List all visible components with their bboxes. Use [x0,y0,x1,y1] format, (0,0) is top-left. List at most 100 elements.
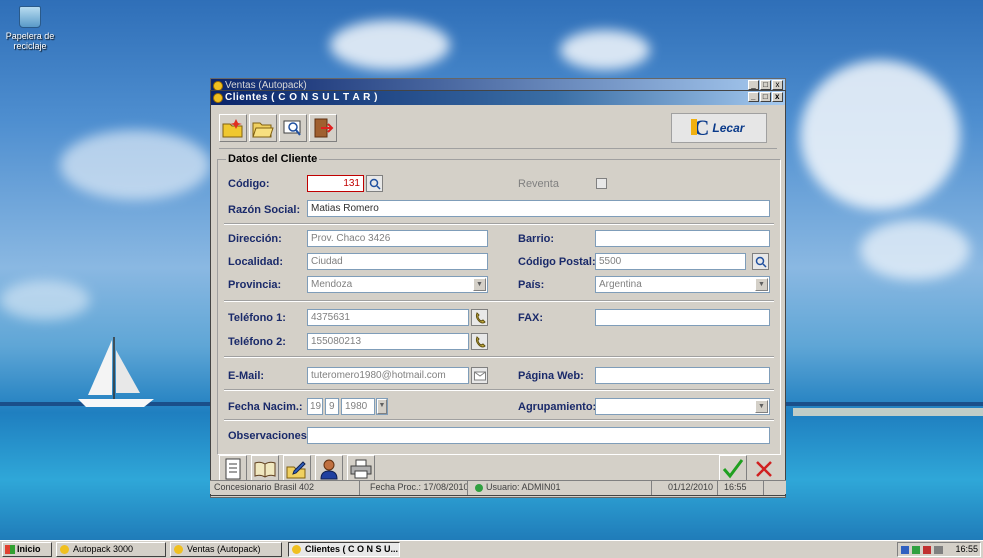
print-button[interactable] [347,455,375,483]
chevron-down-icon[interactable]: ▼ [755,278,768,291]
maximize-button[interactable]: □ [760,92,771,102]
fax-field[interactable] [595,309,770,326]
status-fecha-proc: Fecha Proc.: 17/08/2010 [366,481,468,495]
maximize-button[interactable]: □ [760,80,771,90]
book-icon [254,461,276,478]
provincia-label: Provincia: [228,279,282,291]
divider [224,419,774,421]
status-usuario: Usuario: ADMIN01 [472,481,652,495]
system-tray: 16:55 [897,542,981,557]
minimize-button[interactable]: _ [748,80,759,90]
pagina-web-label: Página Web: [518,370,584,382]
edit-pencil-icon [286,461,306,479]
provincia-value: Mendoza [311,279,353,290]
agrupamiento-label: Agrupamiento: [518,401,597,413]
recycle-bin-label: Papelera de reciclaje [5,31,55,51]
telefono2-dial-button[interactable] [471,333,488,350]
codigo-field[interactable]: 131 [307,175,364,192]
exit-button[interactable] [309,114,337,142]
exit-door-icon [314,118,334,138]
codigo-postal-label: Código Postal: [518,256,596,268]
checkmark-icon [722,459,744,479]
cancel-button[interactable] [751,455,777,483]
search-icon [755,256,767,268]
codigo-label: Código: [228,178,270,190]
divider [224,223,774,225]
group-title: Datos del Cliente [226,153,320,165]
client-data-group: Datos del Cliente Código: 131 Reventa Ra… [217,153,781,455]
close-button[interactable]: x [772,92,783,102]
task-clientes[interactable]: Clientes ( C O N S U... [288,542,400,557]
user-icon [475,484,483,492]
pais-select[interactable]: Argentina ▼ [595,276,770,293]
close-button[interactable]: x [772,80,783,90]
divider [224,389,774,391]
logo-mark: C [690,115,710,140]
email-send-button[interactable] [471,367,488,384]
fax-label: FAX: [518,312,544,324]
search-icon [369,178,381,190]
divider [224,300,774,302]
open-folder-icon [252,122,274,138]
barrio-field[interactable] [595,230,770,247]
fecha-year-field[interactable]: 1980 [341,398,375,415]
chevron-down-icon[interactable]: ▼ [473,278,486,291]
status-company: Concesionario Brasil 402 [210,481,360,495]
status-date: 01/12/2010 [664,481,718,495]
status-time: 16:55 [720,481,764,495]
telefono2-field[interactable]: 155080213 [307,333,469,350]
clientes-titlebar[interactable]: Clientes ( C O N S U L T A R ) _ □ x [211,91,785,105]
chevron-down-icon[interactable]: ▼ [755,400,768,413]
minimize-button[interactable]: _ [748,92,759,102]
provincia-select[interactable]: Mendoza ▼ [307,276,488,293]
observaciones-label: Observaciones: [228,430,311,442]
recycle-bin-icon [19,6,41,28]
status-usuario-text: Usuario: ADMIN01 [486,482,561,492]
pagina-web-field[interactable] [595,367,770,384]
reventa-checkbox[interactable] [596,178,607,189]
clientes-window[interactable]: Clientes ( C O N S U L T A R ) _ □ x C L… [210,90,786,496]
tray-icons[interactable] [901,546,943,554]
recycle-bin-desktop-icon[interactable]: Papelera de reciclaje [4,6,56,51]
new-folder-icon [222,119,243,138]
accept-button[interactable] [719,455,747,483]
reventa-label: Reventa [518,178,559,190]
direccion-field[interactable]: Prov. Chaco 3426 [307,230,488,247]
telefono1-dial-button[interactable] [471,309,488,326]
codigo-postal-field[interactable]: 5500 [595,253,746,270]
search-icon [283,120,301,136]
logo-text: Lecar [712,121,745,135]
fecha-month-field[interactable]: 9 [325,398,339,415]
observaciones-field[interactable] [307,427,770,444]
open-folder-button[interactable] [249,114,277,142]
localidad-field[interactable]: Ciudad [307,253,488,270]
fecha-day-field[interactable]: 19 [307,398,323,415]
phone-icon [475,335,486,347]
new-folder-button[interactable] [219,114,247,142]
task-ventas[interactable]: Ventas (Autopack) [170,542,282,557]
start-button[interactable]: Inicio [2,542,52,557]
fecha-nacim-label: Fecha Nacim.: [228,401,303,413]
phone-icon [475,311,486,323]
document-icon [225,458,241,480]
razon-social-field[interactable]: Matias Romero [307,200,770,217]
divider [224,356,774,358]
document-button[interactable] [219,455,247,483]
pais-value: Argentina [599,279,642,290]
taskbar: Inicio Autopack 3000 Ventas (Autopack) C… [0,540,983,558]
chevron-down-icon[interactable]: ▼ [377,399,387,414]
search-button[interactable] [279,114,307,142]
agrupamiento-select[interactable]: ▼ [595,398,770,415]
app-icon [213,93,223,103]
start-label: Inicio [17,544,41,554]
codigo-search-button[interactable] [366,175,383,192]
fecha-picker[interactable]: ▼ [376,398,388,415]
edit-button[interactable] [283,455,311,483]
codigo-postal-search-button[interactable] [752,253,769,270]
email-field[interactable]: tuteromero1980@hotmail.com [307,367,469,384]
book-button[interactable] [251,455,279,483]
task-autopack[interactable]: Autopack 3000 [56,542,166,557]
telefono1-field[interactable]: 4375631 [307,309,469,326]
barrio-label: Barrio: [518,233,555,245]
user-button[interactable] [315,455,343,483]
